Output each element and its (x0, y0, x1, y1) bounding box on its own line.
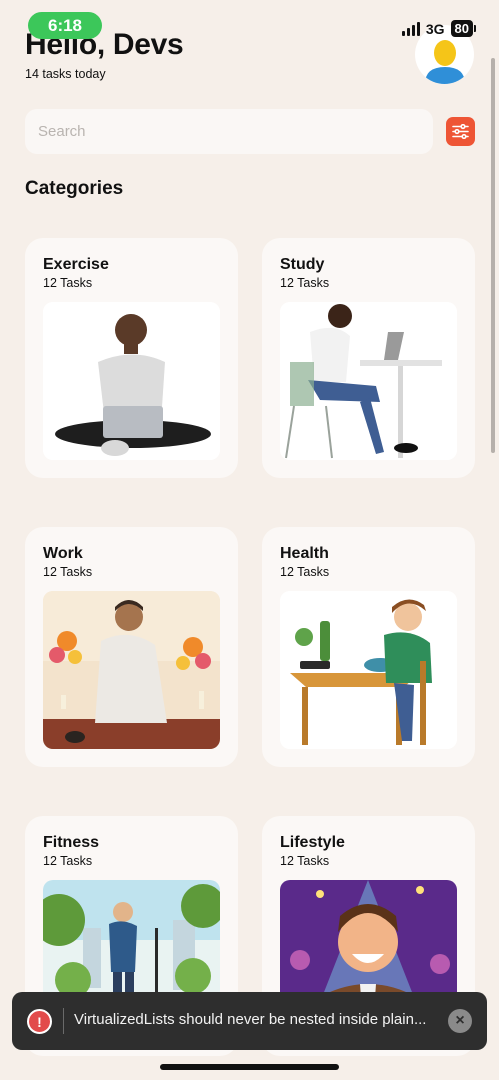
study-illustration (280, 302, 457, 460)
category-count: 12 Tasks (43, 854, 93, 868)
category-title: Exercise (43, 256, 109, 273)
toast-message: VirtualizedLists should never be nested … (74, 1011, 427, 1028)
work-illustration (43, 591, 220, 749)
category-card-study[interactable]: Study 12 Tasks (262, 238, 475, 478)
category-title: Lifestyle (280, 834, 345, 851)
home-indicator (160, 1064, 339, 1070)
tasks-today-subtitle: 14 tasks today (25, 67, 106, 81)
category-title: Fitness (43, 834, 100, 851)
error-icon: ! (27, 1009, 52, 1034)
category-card-exercise[interactable]: Exercise 12 Tasks (25, 238, 238, 478)
category-card-health[interactable]: Health 12 Tasks (262, 527, 475, 767)
categories-heading: Categories (25, 178, 124, 199)
battery-level: 80 (450, 20, 477, 37)
category-count: 12 Tasks (280, 854, 330, 868)
filter-button[interactable] (446, 117, 475, 146)
scrollbar[interactable] (491, 58, 495, 453)
toast-divider (63, 1008, 64, 1034)
category-title: Study (280, 256, 325, 273)
filter-sliders-icon (452, 124, 469, 139)
status-indicators: 3G 80 (401, 20, 477, 37)
category-card-work[interactable]: Work 12 Tasks (25, 527, 238, 767)
category-title: Work (43, 545, 83, 562)
exercise-illustration (43, 302, 220, 460)
warning-toast[interactable]: ! VirtualizedLists should never be neste… (12, 992, 487, 1050)
search-input[interactable] (25, 109, 433, 154)
user-avatar-icon (424, 40, 465, 84)
close-icon[interactable]: × (448, 1009, 472, 1033)
category-count: 12 Tasks (43, 276, 93, 290)
category-title: Health (280, 545, 329, 562)
category-count: 12 Tasks (280, 565, 330, 579)
signal-icon (401, 21, 420, 36)
category-count: 12 Tasks (43, 565, 93, 579)
status-time: 6:18 (28, 12, 102, 39)
network-type: 3G (425, 20, 445, 37)
health-illustration (280, 591, 457, 749)
category-count: 12 Tasks (280, 276, 330, 290)
